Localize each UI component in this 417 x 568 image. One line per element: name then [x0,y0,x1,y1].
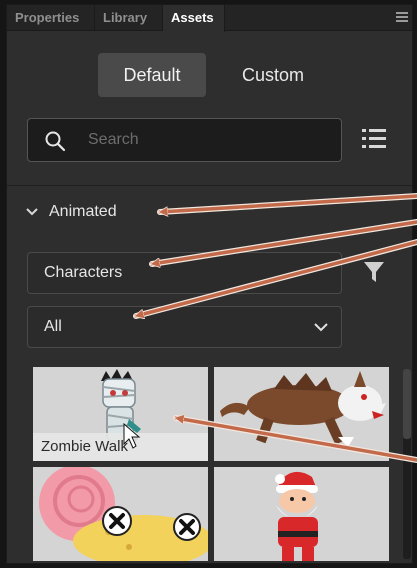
animated-section-header[interactable]: Animated [25,201,117,223]
search-input[interactable] [88,119,328,161]
grid-scrollbar[interactable] [403,369,411,559]
asset-thumb-snail[interactable] [33,467,208,561]
subcategory-value: All [44,318,62,335]
subcategory-dropdown[interactable]: All [27,306,342,348]
asset-thumb-santa[interactable] [214,467,389,561]
tab-library[interactable]: Library [95,5,163,31]
tab-properties[interactable]: Properties [7,5,95,31]
default-toggle-button[interactable]: Default [98,53,206,97]
chevron-down-icon [314,323,328,332]
tab-assets[interactable]: Assets [163,5,225,32]
category-dropdown[interactable]: Characters [27,252,342,294]
asset-grid: Zombie Walk [33,367,389,563]
section-label: Animated [49,203,117,220]
santa-illustration [275,471,318,561]
snail-illustration [39,467,208,561]
custom-toggle-button[interactable]: Custom [223,53,323,97]
category-value: Characters [44,264,123,281]
list-view-icon[interactable] [362,127,386,151]
section-divider [7,185,412,186]
search-icon [45,131,66,152]
asset-label: Zombie Walk [33,433,208,461]
search-box[interactable] [27,118,342,162]
scrollbar-thumb[interactable] [403,369,411,439]
filter-icon[interactable] [363,260,385,284]
panel-menu-icon[interactable] [396,12,408,23]
panel-tab-bar: Properties Library Assets [7,5,412,32]
assets-panel: Properties Library Assets Default Custom… [6,4,413,564]
asset-thumb-wolf[interactable] [214,367,389,461]
wolf-illustration [220,371,386,447]
asset-thumb-zombie[interactable]: Zombie Walk [33,367,208,461]
chevron-down-icon [26,208,38,216]
